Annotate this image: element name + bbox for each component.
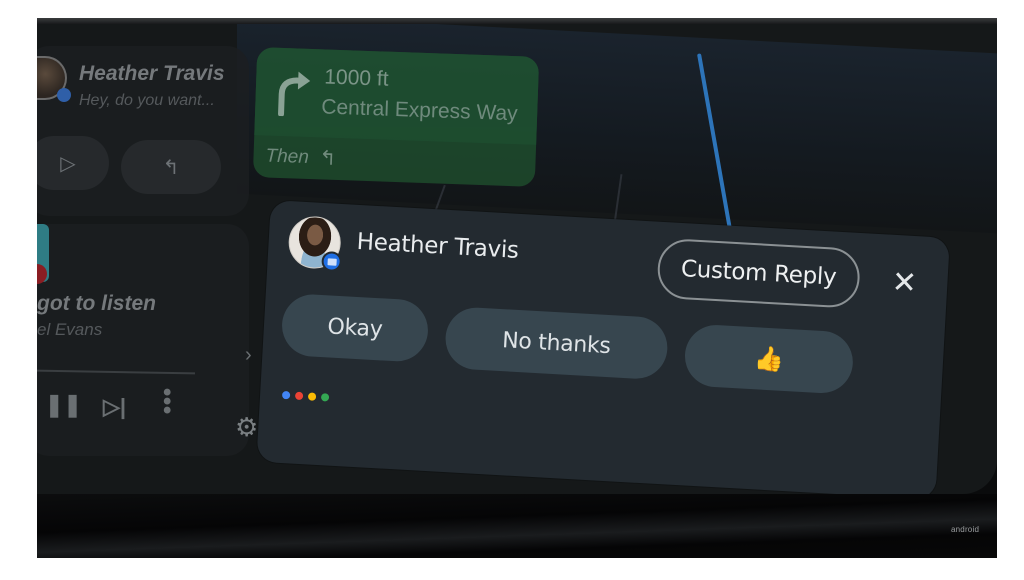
messages-icon [321,250,343,273]
notification-sender: Heather Travis [356,228,520,264]
navigation-card[interactable]: 1000 ft Central Express Way Then ↰ [252,47,540,187]
assistant-dot-red [294,391,304,401]
turn-right-icon [278,71,311,117]
song-title: got to listen [37,292,156,315]
song-artist: el Evans [37,320,103,339]
settings-button[interactable]: ⚙ [235,412,258,443]
turn-left-icon: ↰ [319,147,337,170]
more-vert-icon: • • • [163,379,172,424]
assistant-dot-yellow [307,392,317,401]
dashboard-trim [37,494,997,558]
expand-button[interactable]: › [245,344,252,367]
pause-icon: ❚❚ [45,392,82,417]
more-options-button[interactable]: • • • [163,381,171,423]
quick-reply-thumbs-up[interactable]: 👍 [683,323,855,395]
android-auto-screen: Heather Travis Hey, do you want... ▷ ↰ g… [37,24,997,494]
play-icon: ▷ [60,152,76,175]
maneuver-distance: 1000 ft [323,65,389,91]
skip-next-button[interactable]: ▷| [103,394,126,420]
gear-icon: ⚙ [235,412,259,442]
reply-icon: ↰ [162,156,180,179]
quick-reply-no-thanks[interactable]: No thanks [443,306,670,381]
message-sender: Heather Travis [79,62,225,85]
car-display-frame: Heather Travis Hey, do you want... ▷ ↰ g… [37,18,997,558]
message-preview: Hey, do you want... [79,92,215,109]
close-icon: ✕ [890,265,918,300]
skip-next-icon: ▷| [103,394,127,419]
android-watermark: android [951,525,980,534]
assistant-dot-green [320,393,330,402]
message-notification: Heather Travis Custom Reply ✕ Okay No th… [256,200,950,494]
google-assistant-indicator [281,390,330,402]
play-message-button[interactable]: ▷ [37,136,109,190]
messages-icon [57,88,71,102]
assistant-dot-blue [281,390,291,400]
custom-reply-button[interactable]: Custom Reply [656,237,862,309]
then-label: Then [265,145,310,168]
chevron-right-icon: › [245,344,252,366]
pause-button[interactable]: ❚❚ [45,392,82,418]
quick-reply-okay[interactable]: Okay [280,292,430,363]
close-notification-button[interactable]: ✕ [886,265,922,301]
reply-message-button[interactable]: ↰ [121,140,221,194]
media-card[interactable] [37,224,249,456]
